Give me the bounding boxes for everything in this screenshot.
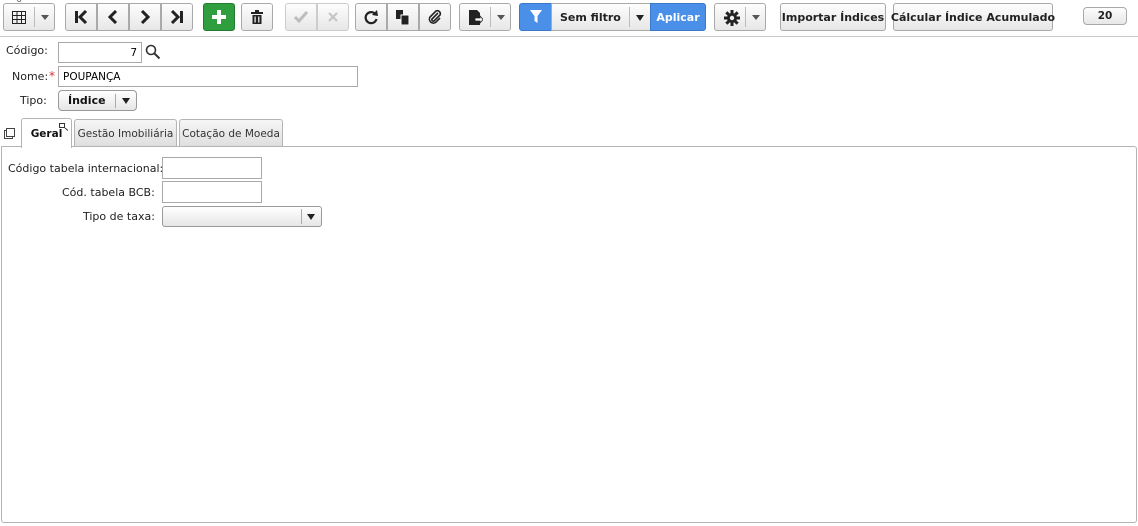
tab-cotacao-de-moeda-label: Cotação de Moeda	[182, 127, 280, 140]
settings-button[interactable]	[714, 3, 766, 31]
import-indices-button[interactable]: Importar Índices	[780, 3, 886, 31]
gear-icon	[724, 10, 740, 26]
delete-button[interactable]	[241, 3, 273, 31]
tab-geral-label: Geral	[30, 127, 63, 140]
calculate-accumulated-index-button[interactable]: Cálcular Índice Acumulado	[891, 3, 1055, 31]
filter-select[interactable]: Sem filtro	[551, 3, 651, 31]
export-button[interactable]	[459, 3, 511, 31]
next-record-button[interactable]	[129, 3, 161, 31]
chevron-down-icon	[307, 214, 315, 220]
chevron-down-icon[interactable]	[41, 15, 49, 20]
paperclip-icon	[427, 9, 443, 25]
add-button[interactable]	[203, 3, 235, 31]
last-record-button[interactable]	[161, 3, 193, 31]
grid-icon	[12, 11, 26, 24]
check-icon	[294, 11, 308, 23]
toolbar: •ó	[0, 0, 1138, 36]
filter-button[interactable]	[519, 3, 552, 31]
cod-bcb-label: Cód. tabela BCB:	[62, 186, 155, 199]
codigo-internacional-field[interactable]	[162, 157, 262, 179]
cancel-button[interactable]	[317, 3, 349, 31]
previous-record-button[interactable]	[97, 3, 129, 31]
close-icon	[328, 12, 338, 22]
refresh-icon	[363, 9, 379, 25]
add-icon	[212, 10, 226, 24]
nome-field[interactable]: POUPANÇA	[58, 66, 358, 87]
page-size-value: 20	[1097, 10, 1113, 22]
toolbar-divider	[0, 36, 1138, 37]
tab-gestao-imobiliaria-label: Gestão Imobiliária	[77, 127, 174, 140]
first-record-icon	[74, 10, 88, 24]
tipo-select[interactable]: Índice	[58, 90, 137, 111]
export-icon	[469, 10, 483, 25]
first-record-button[interactable]	[65, 3, 97, 31]
page-size-button[interactable]: 20	[1083, 7, 1127, 25]
attach-button[interactable]	[419, 3, 451, 31]
tipo-value: Índice	[68, 94, 106, 107]
apply-label: Aplicar	[656, 10, 700, 24]
tab-geral[interactable]: Geral	[21, 118, 72, 148]
chevron-down-icon	[122, 98, 130, 104]
search-icon[interactable]	[145, 44, 161, 63]
previous-record-icon	[107, 10, 119, 24]
cod-bcb-field[interactable]	[162, 181, 262, 203]
tab-cotacao-de-moeda[interactable]: Cotação de Moeda	[179, 119, 283, 147]
tipo-taxa-select[interactable]	[162, 206, 322, 227]
next-record-icon	[139, 10, 151, 24]
grid-view-button[interactable]	[3, 3, 55, 31]
confirm-button[interactable]	[285, 3, 317, 31]
codigo-field[interactable]: 7	[58, 42, 142, 63]
nome-label: Nome:	[12, 70, 49, 83]
filter-icon	[529, 10, 542, 24]
codigo-label: Código:	[6, 44, 48, 57]
chevron-down-icon	[636, 15, 644, 21]
expand-icon[interactable]	[59, 122, 69, 134]
chevron-down-icon[interactable]	[497, 15, 505, 20]
copy-icon	[396, 9, 410, 25]
nome-value: POUPANÇA	[63, 70, 121, 83]
codigo-internacional-label: Código tabela internacional:	[8, 162, 164, 175]
refresh-button[interactable]	[355, 3, 387, 31]
tab-gestao-imobiliaria[interactable]: Gestão Imobiliária	[74, 119, 177, 147]
codigo-value: 7	[130, 46, 137, 59]
tipo-label: Tipo:	[20, 94, 47, 107]
copy-button[interactable]	[387, 3, 419, 31]
filter-label: Sem filtro	[560, 10, 621, 24]
chevron-down-icon[interactable]	[752, 15, 760, 20]
required-marker: *	[49, 69, 55, 83]
apply-filter-button[interactable]: Aplicar	[650, 3, 706, 31]
detach-window-icon[interactable]	[4, 128, 15, 142]
trash-icon	[251, 10, 263, 24]
tipo-taxa-label: Tipo de taxa:	[83, 210, 155, 223]
last-record-icon	[170, 10, 184, 24]
